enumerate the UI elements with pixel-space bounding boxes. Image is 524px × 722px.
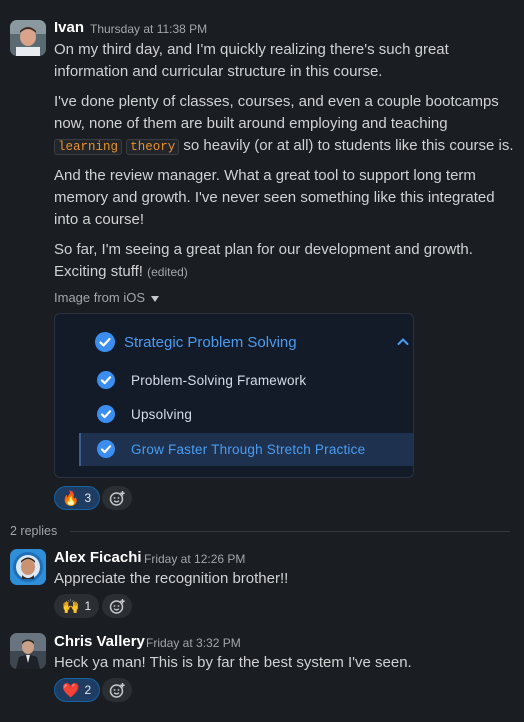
inline-code: learning (54, 139, 123, 155)
fire-emoji: 🔥 (62, 489, 80, 506)
add-reaction-icon (109, 683, 125, 698)
avatar-chris[interactable] (10, 633, 46, 669)
message-paragraph: I've done plenty of classes, courses, an… (54, 91, 514, 158)
message-paragraph: So far, I'm seeing a great plan for our … (54, 239, 514, 283)
reaction-count: 2 (84, 683, 92, 697)
timestamp[interactable]: Friday at 3:32 PM (146, 636, 241, 650)
check-circle-icon (97, 405, 115, 423)
add-reaction-button[interactable] (102, 486, 132, 510)
divider (70, 531, 510, 532)
check-circle-icon (97, 440, 115, 458)
add-reaction-button[interactable] (102, 678, 132, 702)
reaction-count: 3 (84, 491, 92, 505)
add-reaction-button[interactable] (102, 594, 132, 618)
inline-code: theory (126, 139, 180, 155)
message-text: So far, I'm seeing a great plan for our … (54, 241, 473, 280)
message-paragraph: Heck ya man! This is by far the best sys… (54, 652, 514, 674)
timestamp[interactable]: Friday at 12:26 PM (144, 552, 245, 566)
raised-hands-emoji: 🙌 (62, 597, 80, 614)
avatar-ivan[interactable] (10, 20, 46, 56)
add-reaction-icon (109, 599, 125, 614)
reaction-heart[interactable]: ❤️ 2 (54, 678, 101, 702)
check-circle-icon (95, 332, 115, 352)
caret-down-icon (151, 295, 160, 302)
message-paragraph: On my third day, and I'm quickly realizi… (54, 39, 514, 83)
replies-count[interactable]: 2 replies (10, 524, 57, 538)
message-text: Heck ya man! This is by far the best sys… (54, 654, 412, 671)
attachment-item: Problem-Solving Framework (131, 373, 307, 388)
message-text: On my third day, and I'm quickly realizi… (54, 41, 449, 80)
message-text: And the review manager. What a great too… (54, 167, 495, 228)
sender-name[interactable]: Ivan (54, 19, 84, 36)
chevron-up-icon (397, 338, 409, 345)
image-attachment[interactable]: Strategic Problem Solving Problem-Solvin… (54, 313, 414, 478)
reaction-raised-hands[interactable]: 🙌 1 (54, 594, 100, 618)
check-circle-icon (97, 371, 115, 389)
attachment-item: Upsolving (131, 407, 193, 422)
image-label: Image from iOS (54, 290, 146, 305)
add-reaction-icon (109, 491, 125, 506)
image-toggle[interactable]: Image from iOS (54, 290, 160, 305)
message-text: I've done plenty of classes, courses, an… (54, 93, 499, 132)
reaction-fire[interactable]: 🔥 3 (54, 486, 101, 510)
sender-name[interactable]: Alex Ficachi (54, 549, 142, 566)
message-text: so heavily (or at all) to students like … (179, 137, 514, 154)
edited-label: (edited) (147, 265, 188, 279)
sender-name[interactable]: Chris Vallery (54, 633, 145, 650)
message-paragraph: Appreciate the recognition brother!! (54, 568, 514, 590)
message-paragraph: And the review manager. What a great too… (54, 165, 514, 231)
reaction-count: 1 (84, 599, 92, 613)
avatar-alex[interactable] (10, 549, 46, 585)
attachment-title: Strategic Problem Solving (124, 334, 297, 351)
timestamp[interactable]: Thursday at 11:38 PM (90, 22, 207, 36)
message-text: Appreciate the recognition brother!! (54, 570, 289, 587)
heart-emoji: ❤️ (62, 681, 80, 698)
attachment-item-selected: Grow Faster Through Stretch Practice (131, 442, 366, 457)
